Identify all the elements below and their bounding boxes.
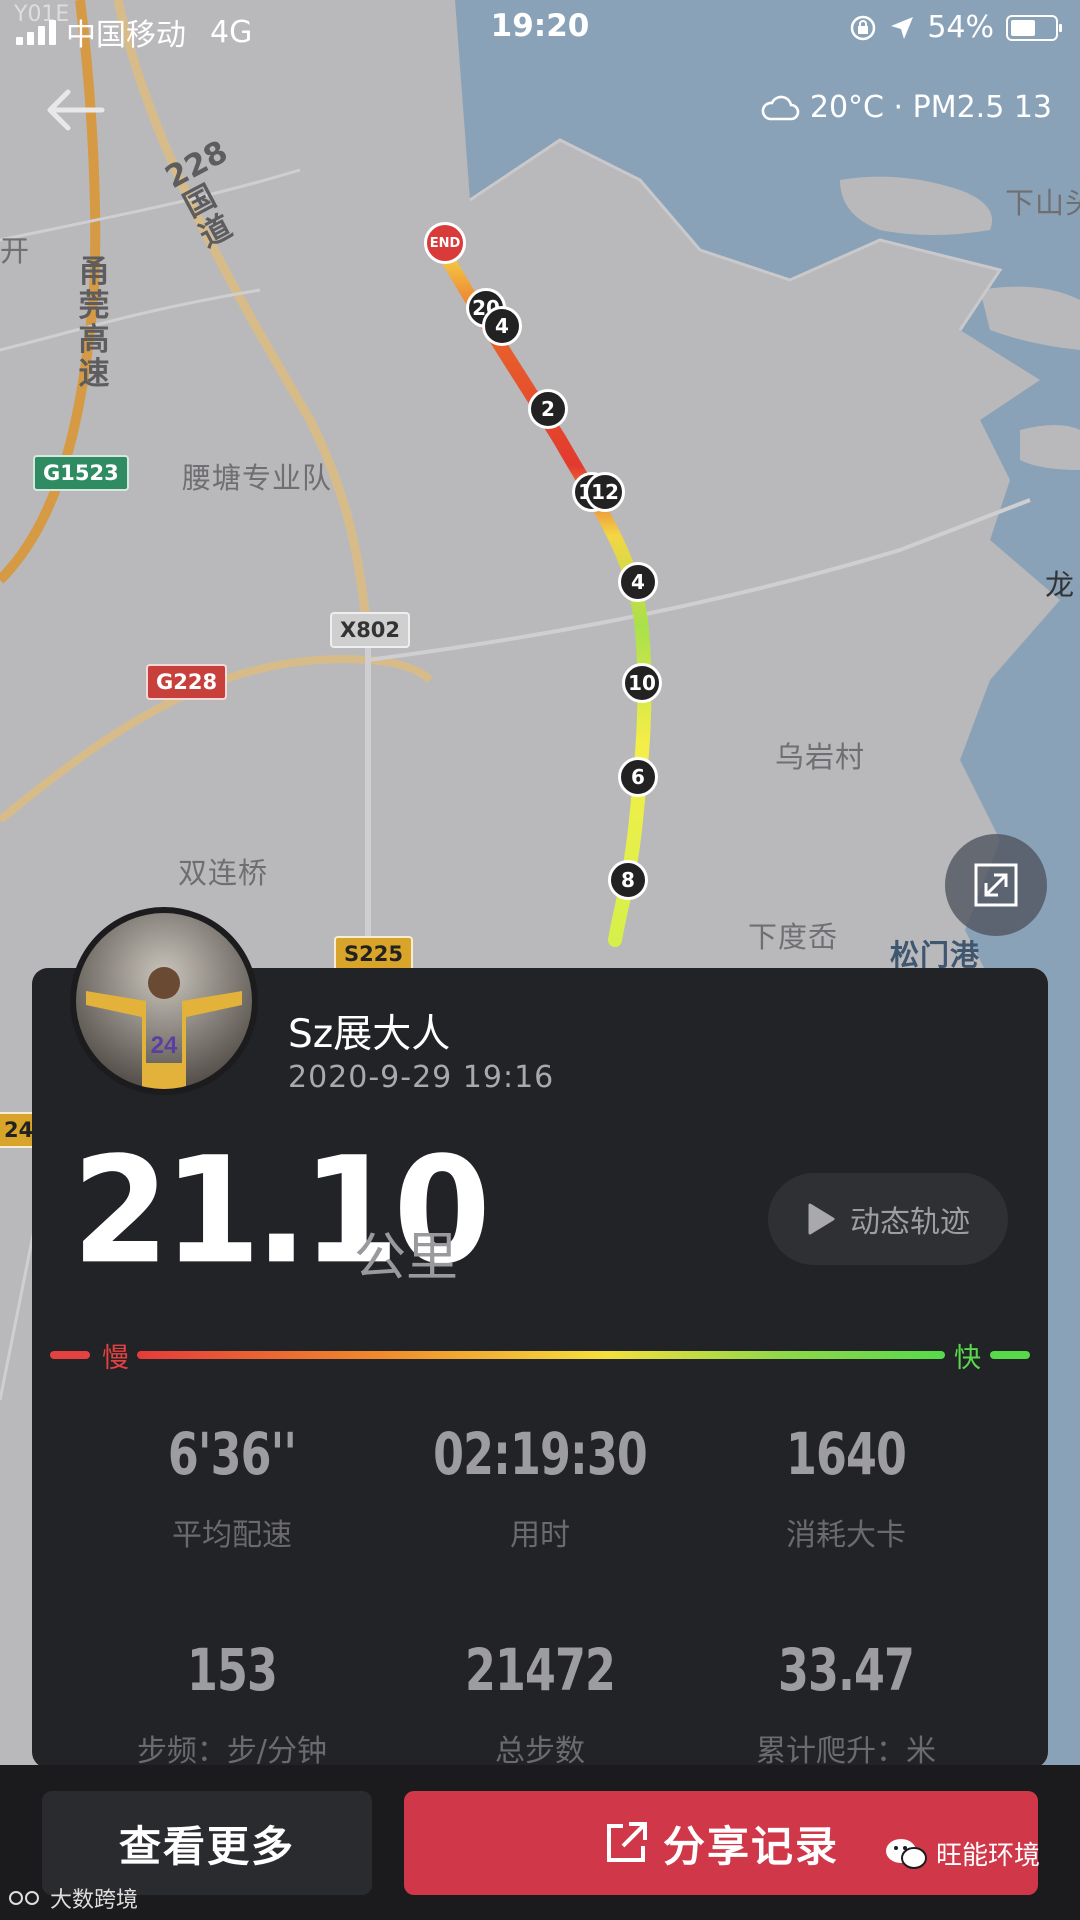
play-icon <box>808 1203 835 1235</box>
back-arrow-icon <box>47 89 105 131</box>
status-bar: Y01E 中国移动 4G 19:20 54% <box>0 0 1080 56</box>
stat-label: 消耗大卡 <box>786 1518 906 1553</box>
road-badge-s225: S225 <box>334 936 413 972</box>
stat-value: 21472 <box>464 1636 616 1704</box>
map-label-xiashan: 下山头 <box>1005 186 1080 220</box>
pace-legend-fast-label: 快 <box>954 1343 981 1374</box>
watermark-right: 旺能环境 <box>884 1835 1040 1872</box>
map-label-yaotang: 腰塘专业队 <box>182 461 333 495</box>
pace-legend-slow-label: 慢 <box>102 1343 129 1374</box>
stat-calories: 1640 消耗大卡 <box>696 1420 996 1554</box>
watermark-left-text: 大数跨境 <box>50 1888 139 1913</box>
stat-label: 总步数 <box>495 1734 585 1769</box>
stat-label: 步频：步/分钟 <box>136 1734 328 1769</box>
pace-legend-slow-segment <box>50 1351 90 1359</box>
view-more-button[interactable]: 查看更多 <box>42 1791 372 1895</box>
map-label-kai: 开 <box>0 234 31 268</box>
km-marker[interactable]: 6 <box>618 757 658 797</box>
run-datetime: 2020-9-29 19:16 <box>288 1060 555 1095</box>
route-end-marker[interactable]: END <box>424 222 466 264</box>
stat-value: 1640 <box>785 1420 907 1488</box>
battery-icon <box>1006 14 1062 41</box>
map-label-wuyan: 乌岩村 <box>775 740 866 774</box>
km-marker[interactable]: 2 <box>528 389 568 429</box>
username: Sz展大人 <box>288 1012 451 1057</box>
map-expand-button[interactable] <box>945 834 1047 936</box>
pace-legend: 慢 快 <box>50 1336 1030 1376</box>
map-label-shuanglian: 双连桥 <box>178 856 269 890</box>
bottom-action-bar: 查看更多 分享记录 大数跨境 旺能环境 <box>0 1765 1080 1920</box>
weather-text: 20°C · PM2.5 13 <box>809 90 1052 125</box>
location-arrow-icon <box>891 16 914 39</box>
km-marker[interactable]: 8 <box>608 860 648 900</box>
km-marker[interactable]: 4 <box>482 306 522 346</box>
stat-cadence: 153 步频：步/分钟 <box>82 1636 382 1770</box>
stat-elevation-gain: 33.47 累计爬升：米 <box>696 1636 996 1770</box>
km-marker[interactable]: 10 <box>622 663 662 703</box>
map-label-expressway: 甬莞高速 <box>78 254 110 392</box>
back-button[interactable] <box>40 80 110 140</box>
stat-value: 153 <box>186 1636 278 1704</box>
road-badge-g1523: G1523 <box>33 455 129 491</box>
watermark-left: 大数跨境 <box>8 1882 138 1914</box>
rotation-lock-icon <box>851 15 876 40</box>
stat-total-steps: 21472 总步数 <box>390 1636 690 1770</box>
cloud-icon <box>761 95 800 120</box>
avatar-image: 24 <box>76 913 252 1089</box>
road-badge-x802: X802 <box>330 612 411 648</box>
stat-avg-pace: 6'36'' 平均配速 <box>82 1420 382 1554</box>
road-badge-g228: G228 <box>146 664 228 700</box>
map-label-xiadu: 下度岙 <box>748 920 839 954</box>
wechat-icon <box>886 1838 927 1869</box>
share-icon <box>606 1822 647 1862</box>
pace-legend-gradient <box>137 1351 945 1359</box>
dynamic-track-label: 动态轨迹 <box>850 1205 970 1240</box>
distance-unit: 公里 <box>354 1228 459 1288</box>
km-marker[interactable]: 4 <box>618 562 658 602</box>
stat-label: 累计爬升：米 <box>756 1734 936 1769</box>
pace-legend-fast-segment <box>990 1351 1030 1359</box>
stat-value: 6'36'' <box>167 1420 297 1488</box>
stat-duration: 02:19:30 用时 <box>390 1420 690 1554</box>
dynamic-track-button[interactable]: 动态轨迹 <box>768 1173 1008 1265</box>
stat-label: 用时 <box>510 1518 570 1553</box>
stat-value: 33.47 <box>777 1636 915 1704</box>
km-marker[interactable]: 12 <box>585 472 625 512</box>
avatar[interactable]: 24 <box>70 907 258 1095</box>
expand-icon <box>974 863 1018 907</box>
stat-label: 平均配速 <box>172 1518 292 1553</box>
share-record-label: 分享记录 <box>662 1821 839 1871</box>
watermark-right-text: 旺能环境 <box>936 1841 1041 1871</box>
weather-info: 20°C · PM2.5 13 <box>760 90 1052 125</box>
map-label-long: 龙 <box>1045 568 1076 602</box>
battery-percent: 54% <box>927 10 994 45</box>
svg-text:24: 24 <box>151 1032 178 1059</box>
watermark-logo-icon <box>9 1891 39 1905</box>
stat-value: 02:19:30 <box>433 1420 648 1488</box>
